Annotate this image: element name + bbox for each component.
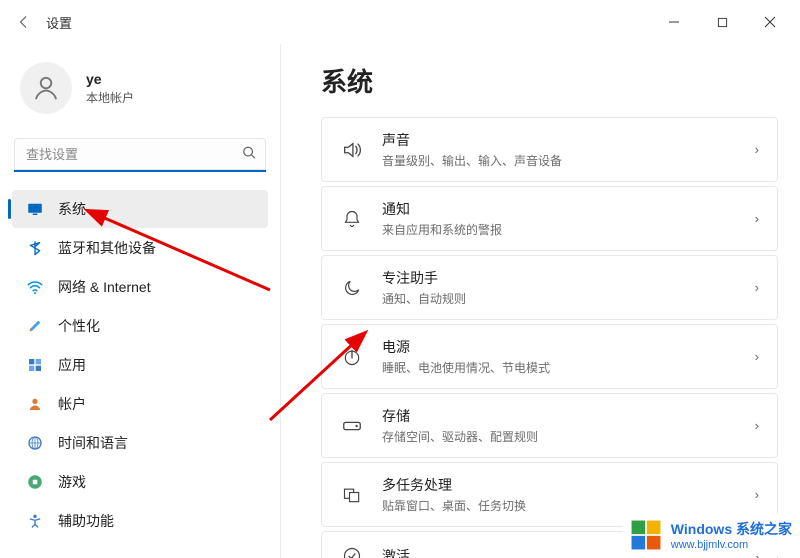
apps-icon <box>26 356 44 374</box>
multitask-icon <box>340 483 364 507</box>
search-input[interactable] <box>14 138 266 172</box>
sidebar-item-personalization[interactable]: 个性化 <box>12 307 268 345</box>
avatar <box>20 62 72 114</box>
power-icon <box>340 345 364 369</box>
card-subtitle: 存储空间、驱动器、配置规则 <box>382 428 737 445</box>
nav: 系统 蓝牙和其他设备 网络 & Internet 个性化 应用 帐户 <box>12 190 268 540</box>
chevron-right-icon: › <box>755 418 759 433</box>
sidebar-item-label: 辅助功能 <box>58 511 114 531</box>
chevron-right-icon: › <box>755 211 759 226</box>
close-icon <box>764 16 776 28</box>
window-title: 设置 <box>46 13 72 32</box>
sidebar-item-label: 网络 & Internet <box>58 277 151 297</box>
monitor-icon <box>26 200 44 218</box>
settings-list: 声音 音量级别、输出、输入、声音设备 › 通知 来自应用和系统的警报 › 专注助… <box>321 117 778 558</box>
card-title: 存储 <box>382 406 737 426</box>
card-power[interactable]: 电源 睡眠、电池使用情况、节电模式 › <box>321 324 778 389</box>
sound-icon <box>340 138 364 162</box>
user-name: ye <box>86 71 134 87</box>
card-subtitle: 睡眠、电池使用情况、节电模式 <box>382 359 737 376</box>
window-controls <box>652 6 792 38</box>
sidebar-item-label: 帐户 <box>58 394 86 414</box>
sidebar-item-gaming[interactable]: 游戏 <box>12 463 268 501</box>
chevron-right-icon: › <box>755 487 759 502</box>
watermark: Windows 系统之家 www.bjjmlv.com <box>623 514 798 556</box>
page-title: 系统 <box>321 62 778 99</box>
activation-icon <box>340 544 364 558</box>
maximize-button[interactable] <box>700 6 744 38</box>
moon-icon <box>340 276 364 300</box>
card-notifications[interactable]: 通知 来自应用和系统的警报 › <box>321 186 778 251</box>
close-button[interactable] <box>748 6 792 38</box>
sidebar-item-accounts[interactable]: 帐户 <box>12 385 268 423</box>
card-subtitle: 贴靠窗口、桌面、任务切换 <box>382 497 737 514</box>
card-title: 专注助手 <box>382 268 737 288</box>
sidebar-item-label: 系统 <box>58 199 86 219</box>
card-title: 声音 <box>382 130 737 150</box>
main-panel: 系统 声音 音量级别、输出、输入、声音设备 › 通知 来自应用和系统的警报 › <box>280 44 800 558</box>
gamepad-icon <box>26 473 44 491</box>
sidebar-item-label: 个性化 <box>58 316 100 336</box>
sidebar-item-label: 蓝牙和其他设备 <box>58 238 156 258</box>
paintbrush-icon <box>26 317 44 335</box>
card-storage[interactable]: 存储 存储空间、驱动器、配置规则 › <box>321 393 778 458</box>
storage-icon <box>340 414 364 438</box>
minimize-icon <box>668 16 680 28</box>
card-subtitle: 通知、自动规则 <box>382 290 737 307</box>
card-subtitle: 音量级别、输出、输入、声音设备 <box>382 152 737 169</box>
accessibility-icon <box>26 512 44 530</box>
bell-icon <box>340 207 364 231</box>
chevron-right-icon: › <box>755 280 759 295</box>
watermark-title: Windows 系统之家 <box>671 519 792 539</box>
sidebar-item-label: 游戏 <box>58 472 86 492</box>
card-title: 电源 <box>382 337 737 357</box>
sidebar: ye 本地帐户 系统 蓝牙和其他设备 网络 & Internet <box>0 44 280 558</box>
chevron-right-icon: › <box>755 349 759 364</box>
sidebar-item-system[interactable]: 系统 <box>12 190 268 228</box>
sidebar-item-time[interactable]: 时间和语言 <box>12 424 268 462</box>
card-subtitle: 来自应用和系统的警报 <box>382 221 737 238</box>
chevron-right-icon: › <box>755 142 759 157</box>
user-profile[interactable]: ye 本地帐户 <box>12 58 268 124</box>
sidebar-item-apps[interactable]: 应用 <box>12 346 268 384</box>
person-icon <box>31 73 61 103</box>
titlebar: 设置 <box>0 0 800 44</box>
sidebar-item-label: 时间和语言 <box>58 433 128 453</box>
windows-logo-icon <box>629 518 663 552</box>
arrow-left-icon <box>17 15 31 29</box>
card-sound[interactable]: 声音 音量级别、输出、输入、声音设备 › <box>321 117 778 182</box>
card-title: 通知 <box>382 199 737 219</box>
card-focus[interactable]: 专注助手 通知、自动规则 › <box>321 255 778 320</box>
back-button[interactable] <box>8 6 40 38</box>
search-wrap <box>14 138 266 172</box>
card-title: 多任务处理 <box>382 475 737 495</box>
sidebar-item-bluetooth[interactable]: 蓝牙和其他设备 <box>12 229 268 267</box>
sidebar-item-accessibility[interactable]: 辅助功能 <box>12 502 268 540</box>
sidebar-item-label: 应用 <box>58 355 86 375</box>
maximize-icon <box>717 17 728 28</box>
sidebar-item-network[interactable]: 网络 & Internet <box>12 268 268 306</box>
bluetooth-icon <box>26 239 44 257</box>
watermark-url: www.bjjmlv.com <box>671 539 792 551</box>
wifi-icon <box>26 278 44 296</box>
account-icon <box>26 395 44 413</box>
globe-clock-icon <box>26 434 44 452</box>
user-subtitle: 本地帐户 <box>86 89 134 106</box>
minimize-button[interactable] <box>652 6 696 38</box>
